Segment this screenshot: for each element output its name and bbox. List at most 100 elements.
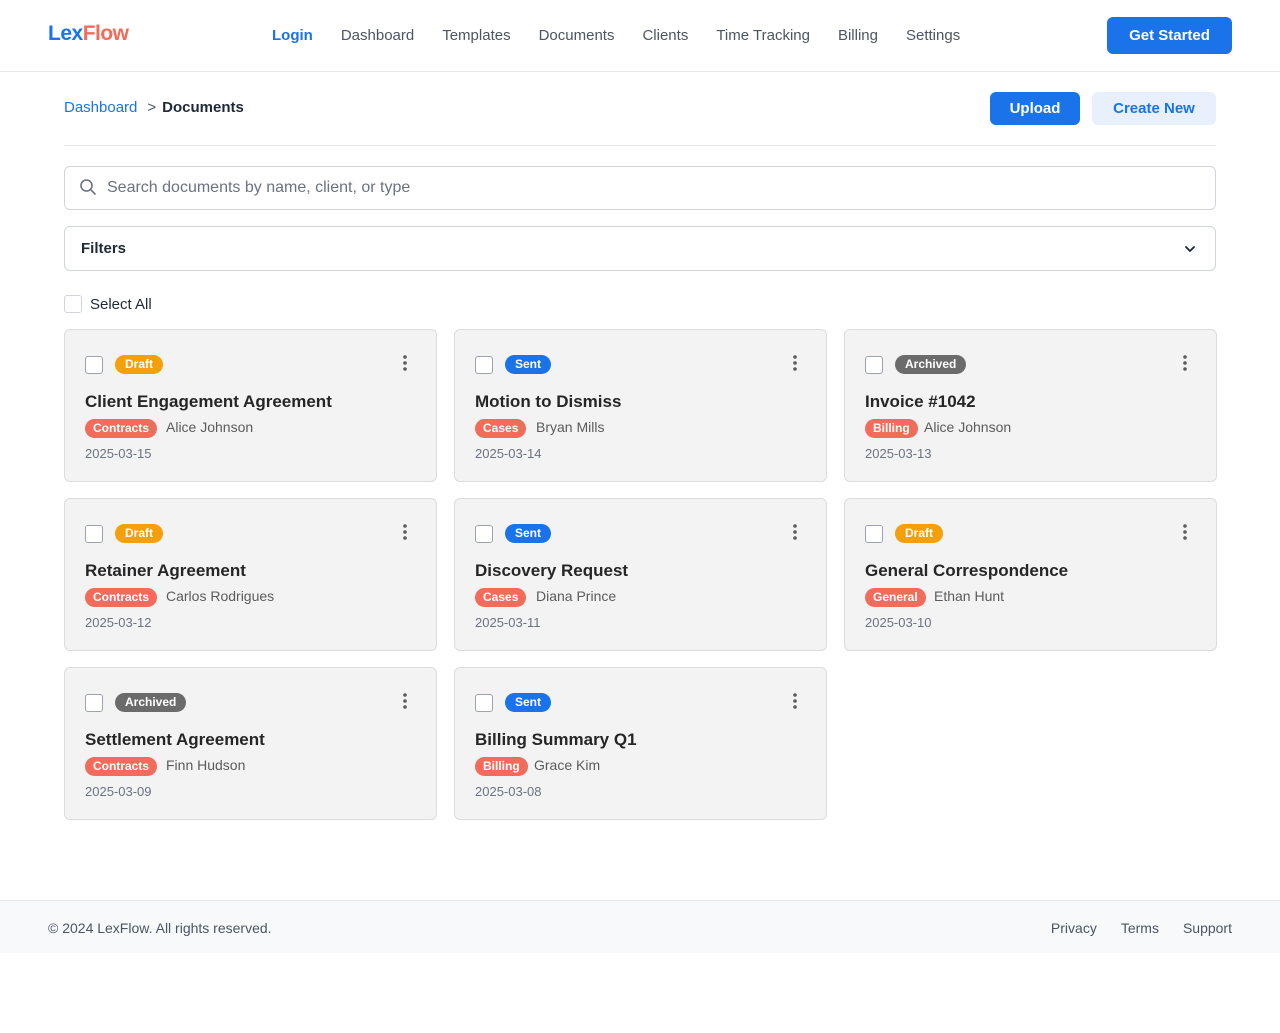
category-badge: Billing <box>475 757 528 776</box>
footer-link-terms[interactable]: Terms <box>1121 920 1159 936</box>
document-date: 2025-03-11 <box>475 615 541 630</box>
document-date: 2025-03-15 <box>85 446 152 461</box>
breadcrumb-current: Documents <box>162 99 244 116</box>
document-card[interactable]: Draft Client Engagement Agreement Contra… <box>64 329 437 482</box>
category-badge: Contracts <box>85 757 158 776</box>
breadcrumb-separator: > <box>147 99 157 116</box>
category-badge: Contracts <box>85 419 158 438</box>
breadcrumb: Dashboard > Documents <box>64 99 244 116</box>
footer-link-privacy[interactable]: Privacy <box>1051 920 1097 936</box>
status-badge: Draft <box>115 355 164 374</box>
client-name: Grace Kim <box>534 757 601 773</box>
document-checkbox[interactable] <box>85 525 103 543</box>
filters-label: Filters <box>81 240 127 257</box>
document-date: 2025-03-08 <box>475 784 542 799</box>
document-title[interactable]: Billing Summary Q1 <box>475 730 637 750</box>
nav-item-documents[interactable]: Documents <box>539 27 615 44</box>
select-all-label: Select All <box>90 295 152 313</box>
document-card[interactable]: Sent Motion to Dismiss Cases Bryan Mills… <box>454 329 827 482</box>
document-checkbox[interactable] <box>85 694 103 712</box>
nav-item-billing[interactable]: Billing <box>838 27 878 44</box>
document-checkbox[interactable] <box>475 525 493 543</box>
document-card[interactable]: Sent Discovery Request Cases Diana Princ… <box>454 498 827 651</box>
select-all-checkbox[interactable] <box>64 295 82 313</box>
document-date: 2025-03-12 <box>85 615 152 630</box>
kebab-menu-icon[interactable] <box>790 523 800 541</box>
footer-links: Privacy Terms Support <box>1027 920 1232 936</box>
client-name: Alice Johnson <box>924 419 1012 435</box>
status-badge: Archived <box>115 693 187 712</box>
client-name: Alice Johnson <box>166 419 254 435</box>
client-name: Finn Hudson <box>166 757 246 773</box>
status-badge: Sent <box>505 693 552 712</box>
document-date: 2025-03-09 <box>85 784 152 799</box>
footer-link-support[interactable]: Support <box>1183 920 1232 936</box>
nav-item-templates[interactable]: Templates <box>442 27 510 44</box>
kebab-menu-icon[interactable] <box>790 354 800 372</box>
client-name: Carlos Rodrigues <box>166 588 275 604</box>
document-card[interactable]: Sent Billing Summary Q1 Billing Grace Ki… <box>454 667 827 820</box>
status-badge: Archived <box>895 355 967 374</box>
document-checkbox[interactable] <box>865 525 883 543</box>
client-name: Bryan Mills <box>536 419 605 435</box>
client-name: Diana Prince <box>536 588 617 604</box>
document-date: 2025-03-10 <box>865 615 932 630</box>
document-date: 2025-03-14 <box>475 446 542 461</box>
document-title[interactable]: Motion to Dismiss <box>475 392 621 412</box>
search-input[interactable] <box>107 167 1207 209</box>
document-title[interactable]: Settlement Agreement <box>85 730 265 750</box>
status-badge: Draft <box>115 524 164 543</box>
status-badge: Sent <box>505 524 552 543</box>
copyright-text: © 2024 LexFlow. All rights reserved. <box>48 920 272 936</box>
brand-logo[interactable]: LexFlow <box>48 22 129 46</box>
create-new-button[interactable]: Create New <box>1092 92 1216 125</box>
nav-item-settings[interactable]: Settings <box>906 27 960 44</box>
nav-item-clients[interactable]: Clients <box>642 27 688 44</box>
top-navbar: LexFlow Login Dashboard Templates Docume… <box>0 0 1280 72</box>
status-badge: Sent <box>505 355 552 374</box>
category-badge: Billing <box>865 419 918 438</box>
kebab-menu-icon[interactable] <box>400 523 410 541</box>
search-bar <box>64 166 1216 210</box>
document-card[interactable]: Draft General Correspondence General Eth… <box>844 498 1217 651</box>
category-badge: Cases <box>475 419 527 438</box>
client-name: Ethan Hunt <box>934 588 1005 604</box>
breadcrumb-dashboard-link[interactable]: Dashboard <box>64 99 137 116</box>
documents-grid: Draft Client Engagement Agreement Contra… <box>64 329 1217 820</box>
select-all[interactable]: Select All <box>64 295 152 313</box>
document-title[interactable]: Retainer Agreement <box>85 561 246 581</box>
nav-item-time-tracking[interactable]: Time Tracking <box>716 27 810 44</box>
document-title[interactable]: Client Engagement Agreement <box>85 392 332 412</box>
main-nav: Login Dashboard Templates Documents Clie… <box>272 27 988 44</box>
document-checkbox[interactable] <box>865 356 883 374</box>
document-checkbox[interactable] <box>85 356 103 374</box>
category-badge: General <box>865 588 926 607</box>
kebab-menu-icon[interactable] <box>400 692 410 710</box>
chevron-down-icon <box>1185 246 1195 252</box>
search-icon <box>80 179 96 195</box>
document-card[interactable]: Archived Invoice #1042 Billing Alice Joh… <box>844 329 1217 482</box>
upload-button[interactable]: Upload <box>990 92 1080 125</box>
document-checkbox[interactable] <box>475 694 493 712</box>
document-card[interactable]: Archived Settlement Agreement Contracts … <box>64 667 437 820</box>
nav-item-dashboard[interactable]: Dashboard <box>341 27 414 44</box>
category-badge: Cases <box>475 588 527 607</box>
brand-name-part2: Flow <box>82 22 129 45</box>
document-checkbox[interactable] <box>475 356 493 374</box>
brand-name-part1: Lex <box>48 22 83 45</box>
filters-panel-toggle[interactable]: Filters <box>64 226 1216 271</box>
document-title[interactable]: Discovery Request <box>475 561 628 581</box>
get-started-button[interactable]: Get Started <box>1107 17 1232 54</box>
document-date: 2025-03-13 <box>865 446 932 461</box>
kebab-menu-icon[interactable] <box>790 692 800 710</box>
document-title[interactable]: Invoice #1042 <box>865 392 976 412</box>
kebab-menu-icon[interactable] <box>1180 354 1190 372</box>
status-badge: Draft <box>895 524 944 543</box>
kebab-menu-icon[interactable] <box>1180 523 1190 541</box>
page-footer: © 2024 LexFlow. All rights reserved. Pri… <box>0 900 1280 953</box>
document-card[interactable]: Draft Retainer Agreement Contracts Carlo… <box>64 498 437 651</box>
kebab-menu-icon[interactable] <box>400 354 410 372</box>
section-divider <box>64 145 1216 146</box>
nav-item-login[interactable]: Login <box>272 27 313 44</box>
document-title[interactable]: General Correspondence <box>865 561 1068 581</box>
